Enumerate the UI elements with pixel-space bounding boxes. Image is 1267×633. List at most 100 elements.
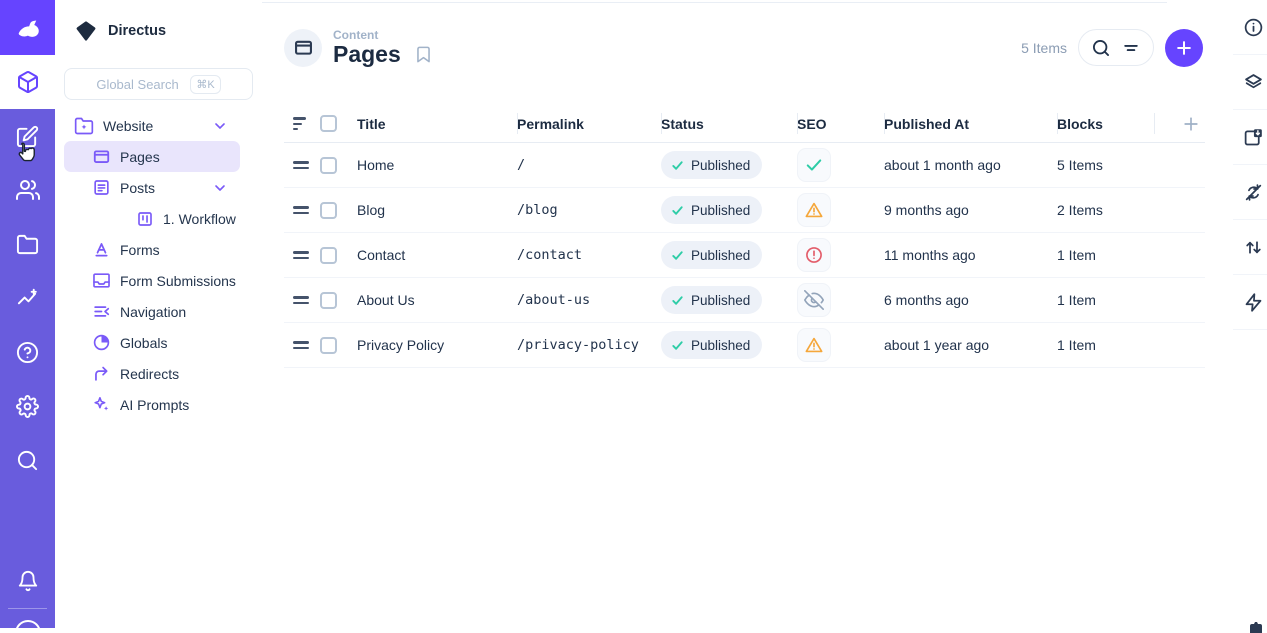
row-published-at: about 1 month ago [884, 143, 1057, 187]
sidebar-item-globals[interactable]: Globals [64, 327, 240, 358]
directus-rabbit-logo[interactable] [0, 0, 55, 55]
chevron-down-icon[interactable] [212, 118, 228, 134]
files-folder-icon[interactable] [0, 217, 55, 271]
row-title: About Us [357, 278, 517, 322]
keyboard-shortcut-badge: ⌘K [190, 75, 220, 94]
drag-handle-icon[interactable] [293, 251, 309, 259]
menu-arrow-icon [92, 302, 111, 321]
table-row[interactable]: About Us /about-us Published 6 months ag… [284, 278, 1205, 323]
table-row[interactable]: Home / Published about 1 month ago 5 Ite… [284, 143, 1205, 188]
row-blocks: 1 Item [1057, 233, 1154, 277]
notifications-bell-icon[interactable] [0, 554, 55, 608]
layers-icon[interactable] [1221, 55, 1267, 110]
project-logo-icon [75, 20, 97, 42]
row-published-at: 9 months ago [884, 188, 1057, 232]
add-column-button[interactable] [1154, 105, 1205, 142]
text-field-icon [92, 240, 111, 259]
main-content: Content Pages 5 Items Title [262, 0, 1221, 628]
sidebar-item-pages[interactable]: Pages [64, 141, 240, 172]
add-item-button[interactable] [1165, 29, 1203, 67]
seo-check-icon [797, 148, 831, 182]
sync-disabled-icon[interactable] [1221, 165, 1267, 220]
info-icon[interactable] [1221, 0, 1267, 55]
import-export-icon[interactable] [1221, 220, 1267, 275]
column-header-permalink[interactable]: Permalink [517, 105, 661, 142]
breadcrumb[interactable]: Content [333, 28, 401, 42]
seo-error-icon [797, 238, 831, 272]
page-title: Pages [333, 42, 401, 67]
help-icon[interactable] [0, 325, 55, 379]
row-blocks: 1 Item [1057, 278, 1154, 322]
row-title: Contact [357, 233, 517, 277]
inbox-icon [92, 271, 111, 290]
row-title: Blog [357, 188, 517, 232]
folder-star-icon [74, 116, 94, 136]
header-divider [262, 2, 1167, 3]
manual-sort-icon[interactable] [293, 117, 306, 130]
sidebar-item-redirects[interactable]: Redirects [64, 358, 240, 389]
editor-icon[interactable] [0, 109, 55, 163]
row-permalink: /contact [517, 233, 661, 277]
global-search-input[interactable]: ⌘K [64, 68, 253, 100]
archive-download-icon[interactable] [1221, 110, 1267, 165]
rail-divider [8, 608, 47, 609]
global-search-field[interactable] [96, 77, 182, 92]
row-blocks: 5 Items [1057, 143, 1154, 187]
table-header-row: Title Permalink Status SEO Published At … [284, 105, 1205, 143]
column-header-title[interactable]: Title [357, 105, 517, 142]
sidebar-item-ai-prompts[interactable]: AI Prompts [64, 389, 240, 420]
sidebar-item-website[interactable]: Website [64, 110, 240, 141]
bookmark-icon[interactable] [414, 45, 433, 64]
seo-warning-icon [797, 328, 831, 362]
drag-handle-icon[interactable] [293, 161, 309, 169]
search-icon[interactable] [0, 433, 55, 487]
row-checkbox[interactable] [320, 247, 337, 264]
sidebar-item-form-submissions[interactable]: Form Submissions [64, 265, 240, 296]
globe-icon [92, 333, 111, 352]
row-permalink: /blog [517, 188, 661, 232]
module-bar [0, 0, 55, 628]
items-count: 5 Items [1021, 40, 1067, 56]
row-checkbox[interactable] [320, 292, 337, 309]
search-filter-pill [1078, 29, 1154, 66]
row-published-at: about 1 year ago [884, 323, 1057, 367]
column-header-blocks[interactable]: Blocks [1057, 105, 1154, 142]
drag-handle-icon[interactable] [293, 341, 309, 349]
sidebar-item-navigation[interactable]: Navigation [64, 296, 240, 327]
row-checkbox[interactable] [320, 202, 337, 219]
row-published-at: 11 months ago [884, 233, 1057, 277]
search-icon[interactable] [1091, 38, 1111, 58]
navigation-sidebar: Directus ⌘K Website Pages Posts [55, 0, 262, 628]
select-all-checkbox[interactable] [320, 115, 337, 132]
status-badge: Published [661, 196, 762, 224]
users-icon[interactable] [0, 163, 55, 217]
column-header-status[interactable]: Status [661, 105, 797, 142]
settings-gear-icon[interactable] [0, 379, 55, 433]
status-badge: Published [661, 151, 762, 179]
redirect-arrow-icon [92, 364, 111, 383]
window-icon [92, 147, 111, 166]
corner-partial-icon [1248, 621, 1263, 633]
row-permalink: / [517, 143, 661, 187]
filter-icon[interactable] [1121, 38, 1141, 58]
row-checkbox[interactable] [320, 157, 337, 174]
avatar[interactable] [15, 620, 41, 628]
column-header-seo[interactable]: SEO [797, 105, 884, 142]
drag-handle-icon[interactable] [293, 206, 309, 214]
table-row[interactable]: Contact /contact Published 11 months ago… [284, 233, 1205, 278]
status-badge: Published [661, 286, 762, 314]
drag-handle-icon[interactable] [293, 296, 309, 304]
flows-bolt-icon[interactable] [1221, 275, 1267, 330]
chevron-down-icon[interactable] [212, 180, 228, 196]
sidebar-item-posts[interactable]: Posts [64, 172, 240, 203]
sidebar-item-workflow[interactable]: 1. Workflow [64, 203, 240, 234]
collection-icon[interactable] [284, 29, 322, 67]
insights-chart-icon[interactable] [0, 271, 55, 325]
table-row[interactable]: Privacy Policy /privacy-policy Published… [284, 323, 1205, 368]
content-module-box-icon[interactable] [0, 55, 55, 109]
table-row[interactable]: Blog /blog Published 9 months ago 2 Item… [284, 188, 1205, 233]
sidebar-item-forms[interactable]: Forms [64, 234, 240, 265]
column-header-published-at[interactable]: Published At [884, 105, 1057, 142]
row-checkbox[interactable] [320, 337, 337, 354]
row-title: Home [357, 143, 517, 187]
